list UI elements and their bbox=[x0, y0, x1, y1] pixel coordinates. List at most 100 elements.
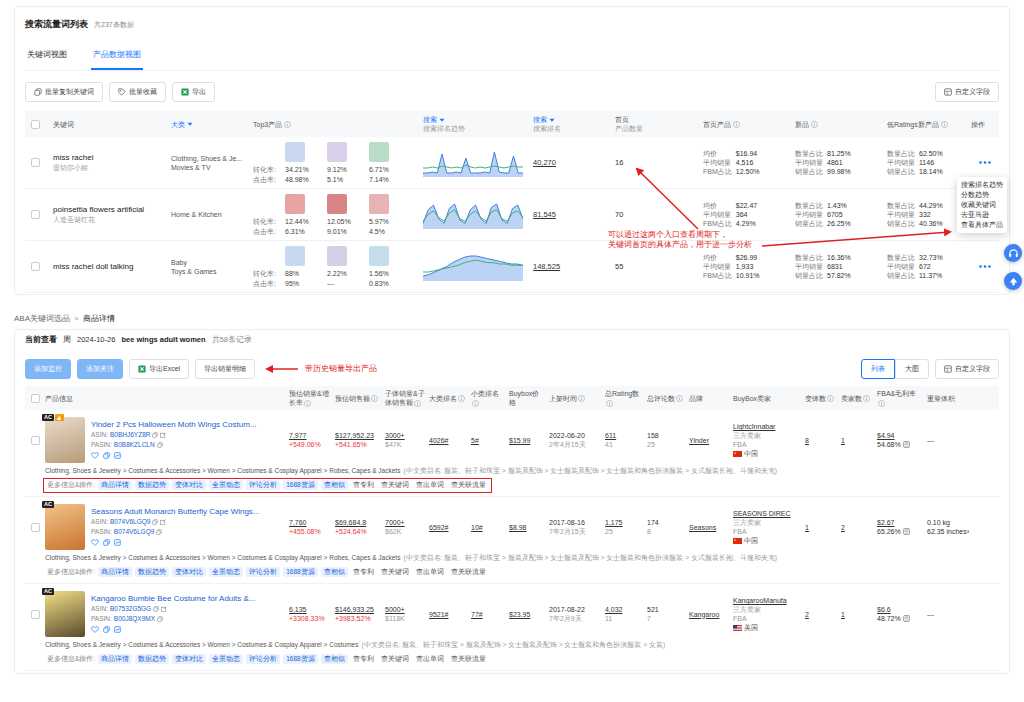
keyword[interactable]: poinsettia flowers artificial bbox=[53, 205, 171, 215]
checkbox[interactable] bbox=[31, 158, 40, 167]
action-tag[interactable]: 评论分析 bbox=[246, 567, 280, 577]
main-rank[interactable]: 6592# bbox=[429, 523, 468, 532]
sort-caret-icon[interactable] bbox=[549, 117, 555, 123]
action-tag[interactable]: 查专利 bbox=[351, 654, 376, 664]
action-tag[interactable]: 1688货源 bbox=[283, 480, 317, 490]
product-title[interactable]: Kangaroo Bumble Bee Costume for Adults &… bbox=[91, 593, 256, 604]
action-tag[interactable]: 全景动态 bbox=[209, 480, 243, 490]
product-thumbnail[interactable] bbox=[369, 246, 389, 266]
keyword[interactable]: miss rachel bbox=[53, 153, 171, 163]
copy-icon[interactable] bbox=[103, 626, 110, 633]
checkbox[interactable] bbox=[31, 394, 40, 403]
action-tag[interactable]: 查关键词 bbox=[379, 480, 411, 490]
action-tag[interactable]: 查出单词 bbox=[414, 654, 446, 664]
action-tag[interactable]: 数据趋势 bbox=[135, 480, 169, 490]
external-link-icon[interactable] bbox=[160, 519, 166, 525]
revenue[interactable]: $127,952.23 bbox=[335, 431, 382, 440]
sales[interactable]: 7,977 bbox=[289, 431, 332, 440]
action-tag[interactable]: 查关联流量 bbox=[449, 654, 488, 664]
menu-item[interactable]: 去亚马逊 bbox=[957, 210, 1007, 220]
sub-rank[interactable]: 77# bbox=[471, 610, 506, 619]
product-thumbnail[interactable] bbox=[285, 246, 305, 266]
rank-trend-chart[interactable] bbox=[423, 253, 523, 281]
checkbox[interactable] bbox=[31, 262, 40, 271]
ratings[interactable]: 4,032 bbox=[605, 605, 644, 614]
view-option[interactable]: 列表 bbox=[861, 359, 895, 379]
calculator-icon[interactable] bbox=[903, 528, 910, 535]
brand[interactable]: Seasons bbox=[689, 523, 730, 532]
rank-trend-chart[interactable] bbox=[423, 149, 523, 177]
sort-caret-icon[interactable] bbox=[439, 117, 445, 123]
sub-rank[interactable]: 10# bbox=[471, 523, 506, 532]
product-thumbnail[interactable] bbox=[327, 194, 347, 214]
search-rank[interactable]: 148,525 bbox=[533, 262, 560, 271]
buybox-price[interactable]: $15.99 bbox=[509, 436, 546, 445]
action-tag[interactable]: 商品详情 bbox=[98, 480, 132, 490]
fba-fee[interactable]: $4.94 bbox=[877, 431, 924, 440]
brand[interactable]: Kangaroo bbox=[689, 610, 730, 619]
product-thumbnail[interactable] bbox=[285, 194, 305, 214]
product-thumbnail[interactable] bbox=[369, 142, 389, 162]
action-tag[interactable]: 商品详情 bbox=[98, 567, 132, 577]
asin[interactable]: B0BHJ6YZ8R bbox=[110, 430, 150, 440]
fba-fee[interactable]: $6.6 bbox=[877, 605, 924, 614]
checkbox[interactable] bbox=[31, 523, 40, 532]
action-tag[interactable]: 1688货源 bbox=[283, 567, 317, 577]
checkbox[interactable] bbox=[31, 210, 40, 219]
sort-caret-icon[interactable] bbox=[187, 121, 193, 127]
child-sales[interactable]: 7000+ bbox=[385, 518, 426, 527]
action-tag[interactable]: 查相似 bbox=[321, 567, 348, 577]
copy-icon[interactable] bbox=[153, 606, 159, 612]
breadcrumb-item[interactable]: ABA关键词选品 bbox=[14, 313, 70, 325]
more-icon[interactable] bbox=[978, 264, 992, 269]
checkbox[interactable] bbox=[31, 610, 40, 619]
copy-icon[interactable] bbox=[152, 519, 158, 525]
menu-item[interactable]: 搜索排名趋势 bbox=[957, 180, 1007, 190]
product-thumbnail[interactable] bbox=[327, 142, 347, 162]
external-link-icon[interactable] bbox=[160, 432, 166, 438]
action-tag[interactable]: 查关联流量 bbox=[449, 480, 488, 490]
menu-item[interactable]: 查看具体产品 bbox=[957, 220, 1007, 230]
chart-icon[interactable] bbox=[114, 452, 121, 459]
pasin[interactable]: B0B8KZLCLN bbox=[114, 440, 155, 450]
product-thumbnail[interactable] bbox=[285, 142, 305, 162]
child-sales[interactable]: 5000+ bbox=[385, 605, 426, 614]
action-tag[interactable]: 查关联流量 bbox=[449, 567, 488, 577]
main-rank[interactable]: 9521# bbox=[429, 610, 468, 619]
action-tag[interactable]: 查专利 bbox=[351, 480, 376, 490]
menu-item[interactable]: 收藏关键词 bbox=[957, 200, 1007, 210]
revenue[interactable]: $69,684.8 bbox=[335, 518, 382, 527]
product-image[interactable]: AC bbox=[45, 504, 85, 550]
checkbox[interactable] bbox=[31, 436, 40, 445]
variant-count[interactable]: 8 bbox=[805, 436, 838, 445]
view-option[interactable]: 大图 bbox=[895, 359, 929, 379]
copy-icon[interactable] bbox=[156, 529, 162, 535]
copy-icon[interactable] bbox=[103, 539, 110, 546]
pasin[interactable]: B00J8QX9MX bbox=[114, 614, 155, 624]
heart-icon[interactable] bbox=[91, 626, 99, 633]
action-tag[interactable]: 数据趋势 bbox=[135, 567, 169, 577]
keyword[interactable]: miss rachel doll talking bbox=[53, 262, 171, 272]
product-thumbnail[interactable] bbox=[369, 194, 389, 214]
action-tag[interactable]: 查出单词 bbox=[414, 480, 446, 490]
toolbar-button[interactable]: 导出 bbox=[172, 82, 215, 102]
buybox-price[interactable]: $8.98 bbox=[509, 523, 546, 532]
toolbar-button[interactable]: 批量复制关键词 bbox=[25, 82, 103, 102]
custom-fields-button[interactable]: 自定义字段 bbox=[935, 82, 999, 102]
heart-icon[interactable] bbox=[91, 539, 99, 546]
asin[interactable]: B07532G5GG bbox=[110, 604, 151, 614]
search-rank[interactable]: 81,545 bbox=[533, 210, 556, 219]
action-tag[interactable]: 评论分析 bbox=[246, 480, 280, 490]
sales[interactable]: 6,135 bbox=[289, 605, 332, 614]
calculator-icon[interactable] bbox=[903, 615, 910, 622]
copy-icon[interactable] bbox=[157, 616, 163, 622]
seller-count[interactable]: 2 bbox=[841, 523, 874, 532]
menu-item[interactable]: 分数趋势 bbox=[957, 190, 1007, 200]
toolbar-button[interactable]: 导出Excel bbox=[129, 359, 189, 379]
child-sales[interactable]: 3000+ bbox=[385, 431, 426, 440]
action-tag[interactable]: 查出单词 bbox=[414, 567, 446, 577]
copy-icon[interactable] bbox=[103, 452, 110, 459]
action-tag[interactable]: 查相似 bbox=[321, 654, 348, 664]
calculator-icon[interactable] bbox=[903, 441, 910, 448]
view-tab[interactable]: 产品数据视图 bbox=[91, 43, 143, 70]
